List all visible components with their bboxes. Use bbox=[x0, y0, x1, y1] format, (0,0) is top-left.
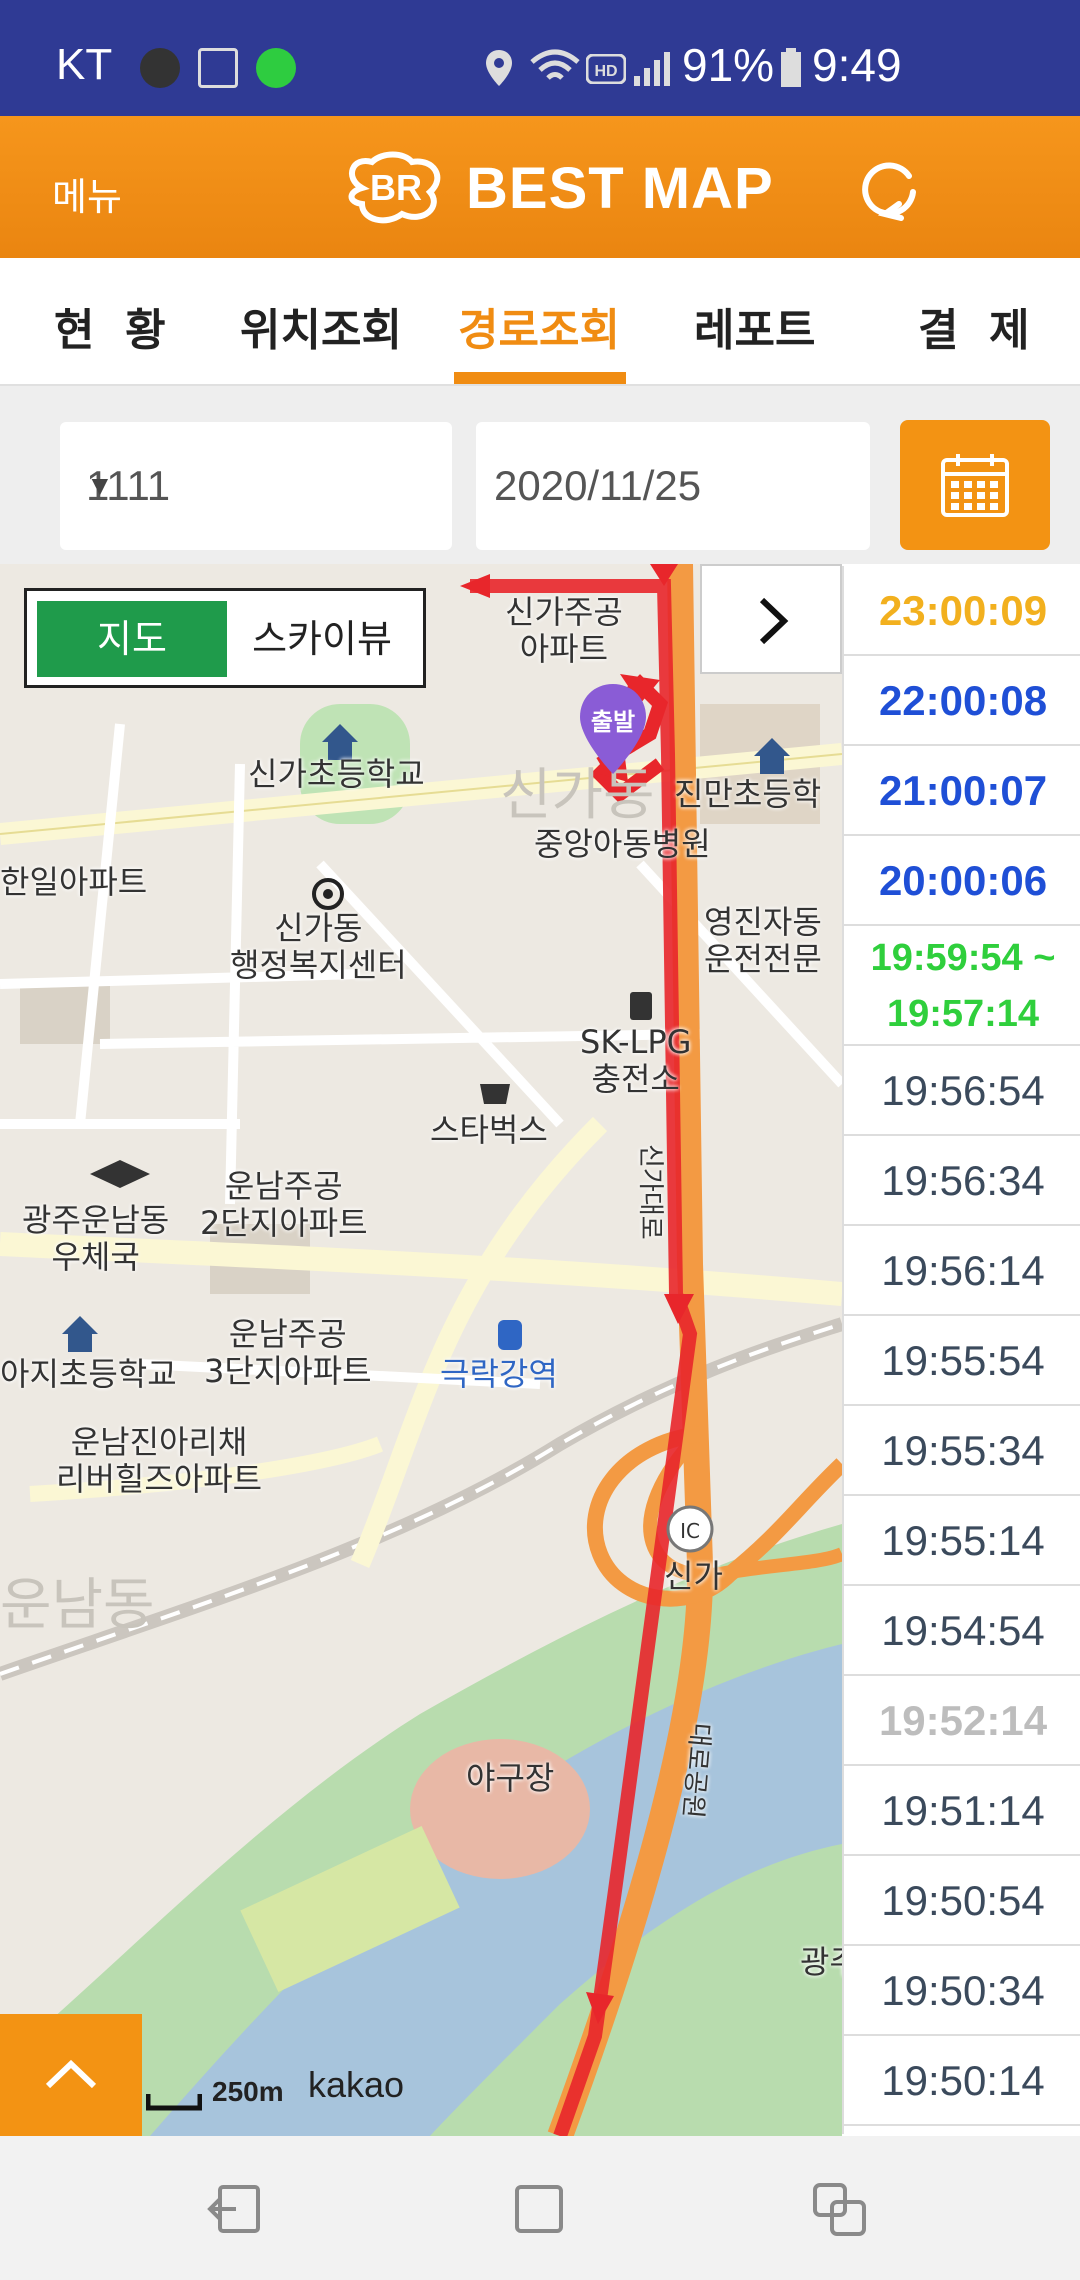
map-label-school-jinman: 진만초등학 bbox=[674, 775, 822, 813]
map-label-ic-singa: 신가 bbox=[664, 1557, 723, 1595]
filter-bar: 1111 ▼ 2020/11/25 bbox=[0, 386, 1080, 564]
logo-text: BEST MAP bbox=[466, 155, 774, 221]
time-item[interactable]: 19:54:54 bbox=[844, 1586, 1080, 1676]
location-icon bbox=[486, 50, 512, 86]
time-item[interactable]: 19:56:34 bbox=[844, 1136, 1080, 1226]
battery-icon bbox=[781, 48, 801, 87]
time-item[interactable]: 19:50:54 bbox=[844, 1856, 1080, 1946]
tab-status[interactable]: 현 황 bbox=[54, 294, 166, 358]
tab-payment[interactable]: 결 제 bbox=[918, 294, 1030, 358]
time-range-item[interactable]: 19:59:54 ~ 19:57:14 bbox=[844, 926, 1080, 1046]
map-label-apt-unnam2: 운남주공 2단지아파트 bbox=[200, 1167, 368, 1242]
home-icon[interactable] bbox=[514, 2184, 564, 2234]
time-item[interactable]: 19:50:14 bbox=[844, 2036, 1080, 2126]
map-label-dong-unnam: 운남동 bbox=[0, 1573, 155, 1638]
map-label-school-ji: 아지초등학교 bbox=[0, 1355, 177, 1393]
map-label-road-singa: 신가대로 bbox=[635, 1144, 665, 1240]
route-map[interactable]: IC 신가동 운남동 신가주공 아파트 신가초등학교 진만초등학 중앙아동병원 … bbox=[0, 564, 842, 2136]
tab-report[interactable]: 레포트 bbox=[694, 294, 815, 358]
chevron-right-icon bbox=[759, 597, 789, 645]
app-notification-icon bbox=[140, 48, 180, 88]
time-item[interactable]: 19:52:14 bbox=[844, 1676, 1080, 1766]
map-label-gwangju: 광주 bbox=[800, 1943, 842, 1981]
clock: 9:49 bbox=[812, 39, 902, 91]
svg-text:HD: HD bbox=[594, 63, 617, 80]
toggle-skyview[interactable]: 스카이뷰 bbox=[227, 601, 417, 677]
chevron-up-icon bbox=[45, 2059, 97, 2089]
tab-route[interactable]: 경로조회 bbox=[458, 294, 620, 358]
map-label-school-singa: 신가초등학교 bbox=[248, 755, 425, 793]
time-range-end: 19:57:14 bbox=[886, 993, 1040, 1035]
map-label-station: 극락강역 bbox=[440, 1355, 558, 1393]
tab-location[interactable]: 위치조회 bbox=[240, 294, 402, 358]
signal-icon bbox=[634, 52, 670, 86]
svg-text:IC: IC bbox=[680, 1519, 700, 1543]
date-field[interactable]: 2020/11/25 bbox=[476, 422, 870, 550]
carrier-label: KT bbox=[56, 40, 113, 89]
status-bar: KT HD 91% 9:49 bbox=[0, 0, 1080, 116]
time-item[interactable]: 21:00:07 bbox=[844, 746, 1080, 836]
time-item[interactable]: 19:56:14 bbox=[844, 1226, 1080, 1316]
toggle-map[interactable]: 지도 bbox=[37, 601, 227, 677]
map-type-toggle: 지도 스카이뷰 bbox=[24, 588, 426, 688]
map-label-driving-school: 영진자동 운전전문 bbox=[704, 903, 822, 978]
menu-button[interactable]: 메뉴 bbox=[52, 166, 122, 221]
system-nav-bar bbox=[0, 2136, 1080, 2280]
start-marker[interactable]: 출발 bbox=[578, 682, 648, 776]
map-label-ballpark: 야구장 bbox=[466, 1759, 555, 1797]
time-item[interactable]: 20:00:06 bbox=[844, 836, 1080, 926]
time-item[interactable]: 22:00:08 bbox=[844, 656, 1080, 746]
phone-notification-icon bbox=[256, 48, 296, 88]
svg-text:BR: BR bbox=[370, 167, 422, 208]
scale-bar bbox=[146, 2094, 202, 2111]
back-icon[interactable] bbox=[206, 2184, 262, 2236]
start-marker-label: 출발 bbox=[590, 708, 636, 736]
map-label-apt-river: 운남진아리채 리버힐즈아파트 bbox=[56, 1423, 263, 1498]
panel-toggle-button[interactable] bbox=[700, 564, 842, 674]
time-range-start: 19:59:54 ~ bbox=[870, 937, 1056, 979]
map-label-lpg-station: SK-LPG 충전소 bbox=[580, 1023, 692, 1098]
map-label-welfare-center: 신가동 행정복지센터 bbox=[230, 909, 407, 984]
recent-apps-icon[interactable] bbox=[812, 2182, 868, 2238]
scale-label: 250m bbox=[212, 2076, 284, 2107]
app-header: 메뉴 BR BEST MAP bbox=[0, 116, 1080, 258]
active-tab-indicator bbox=[454, 372, 626, 384]
map-label-apt-hanil: 한일아파트 bbox=[0, 863, 148, 901]
time-list: 23:00:09 22:00:08 21:00:07 20:00:06 19:5… bbox=[842, 566, 1080, 2134]
vehicle-select[interactable]: 1111 ▼ bbox=[60, 422, 452, 550]
time-item[interactable]: 23:00:09 bbox=[844, 566, 1080, 656]
wifi-icon bbox=[530, 49, 580, 80]
time-item[interactable]: 19:55:34 bbox=[844, 1406, 1080, 1496]
battery-percent: 91% bbox=[682, 39, 775, 91]
store-notification-icon bbox=[198, 48, 238, 88]
chevron-down-icon: ▼ bbox=[86, 470, 114, 501]
map-label-post-office: 광주운남동 우체국 bbox=[22, 1201, 170, 1276]
map-label-apt-singa: 신가주공 아파트 bbox=[505, 593, 623, 668]
map-label-starbucks: 스타벅스 bbox=[430, 1111, 548, 1149]
time-item[interactable]: 19:51:14 bbox=[844, 1766, 1080, 1856]
refresh-icon[interactable] bbox=[855, 154, 923, 222]
map-label-hospital: 중앙아동병원 bbox=[534, 825, 711, 863]
main-tabs: 현 황 위치조회 경로조회 레포트 결 제 bbox=[0, 258, 1080, 386]
time-item[interactable]: 19:55:14 bbox=[844, 1496, 1080, 1586]
scroll-top-button[interactable] bbox=[0, 2014, 142, 2136]
time-item[interactable]: 19:56:54 bbox=[844, 1046, 1080, 1136]
hd-voice-icon: HD bbox=[586, 54, 626, 84]
date-field-value: 2020/11/25 bbox=[494, 462, 702, 509]
time-item[interactable]: 19:55:54 bbox=[844, 1316, 1080, 1406]
calendar-icon bbox=[941, 454, 1009, 517]
map-label-apt-unnam3: 운남주공 3단지아파트 bbox=[204, 1315, 372, 1390]
app-logo: BR BEST MAP bbox=[342, 146, 774, 230]
logo-mark-icon: BR bbox=[348, 151, 441, 224]
map-provider-logo: kakao bbox=[308, 2064, 405, 2105]
time-item[interactable]: 19:50:34 bbox=[844, 1946, 1080, 2036]
calendar-button[interactable] bbox=[900, 420, 1050, 550]
